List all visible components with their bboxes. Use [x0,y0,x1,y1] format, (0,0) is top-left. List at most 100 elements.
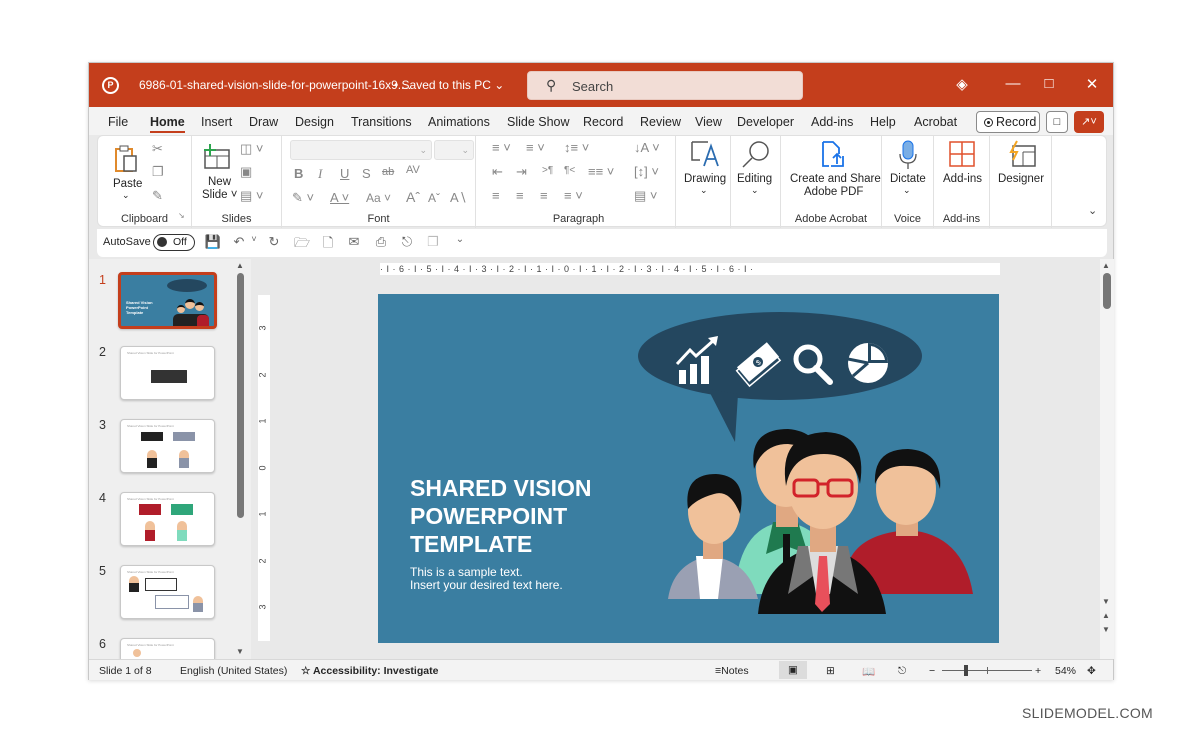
zoom-slider-thumb[interactable] [964,665,968,676]
drawing-button[interactable]: Drawing ⌄ [678,136,731,228]
strikethrough-button[interactable]: ab [382,166,394,178]
slide-title[interactable]: SHARED VISION POWERPOINT TEMPLATE [410,474,670,558]
duplicate-icon[interactable]: ❐ [424,234,442,250]
italic-button[interactable]: I [318,166,322,182]
tab-insert[interactable]: Insert [201,115,232,129]
accessibility-status[interactable]: ☆ Accessibility: Investigate [301,665,438,677]
new-slide-button[interactable]: New Slide ˅ [198,142,238,204]
cut-icon[interactable]: ✂ [152,141,163,157]
comments-button[interactable]: □ [1046,111,1068,133]
zoom-out-button[interactable]: − [929,665,935,677]
justify-icon[interactable]: ≡ ˅ [564,188,583,203]
tab-developer[interactable]: Developer [737,115,794,129]
tab-home[interactable]: Home [150,115,185,133]
dictate-button[interactable]: Dictate ⌄ [882,136,934,202]
notes-button[interactable]: ≡Notes [715,665,749,677]
slide-thumbnail-4[interactable]: Shared Vision Slide for PowerPoint [120,492,215,546]
minimize-button[interactable]: — [1002,75,1024,92]
font-name-dropdown[interactable]: ⌄ [290,140,432,160]
font-size-dropdown[interactable]: ⌄ [434,140,474,160]
tab-acrobat[interactable]: Acrobat [914,115,957,129]
bullets-icon[interactable]: ≡ ˅ [492,140,511,155]
align-text-icon[interactable]: [↕] ˅ [634,164,659,179]
undo-dropdown-icon[interactable]: ˅ [245,234,263,244]
tab-help[interactable]: Help [870,115,896,129]
ribbon-collapse-icon[interactable]: ⌄ [1088,204,1097,217]
rtl-icon[interactable]: ¶< [564,165,575,176]
slide-subtitle[interactable]: This is a sample text. Insert your desir… [410,566,563,592]
customize-qat-icon[interactable]: ⌄ [451,234,469,245]
redo-icon[interactable]: ↻ [265,234,283,250]
premium-diamond-icon[interactable]: ◈ [951,75,973,93]
increase-indent-icon[interactable]: ⇥ [516,164,527,180]
scrollbar-thumb[interactable] [237,273,244,518]
bold-button[interactable]: B [294,166,303,181]
scroll-down-icon[interactable]: ▼ [236,647,244,656]
tab-view[interactable]: View [695,115,722,129]
record-button[interactable]: Record [976,111,1040,133]
decrease-indent-icon[interactable]: ⇤ [492,164,503,180]
tab-review[interactable]: Review [640,115,681,129]
line-spacing-icon[interactable]: ↕≡ ˅ [564,140,589,155]
tab-animations[interactable]: Animations [428,115,490,129]
clear-formatting-icon[interactable]: A∖ [450,190,467,206]
tab-transitions[interactable]: Transitions [351,115,412,129]
designer-button[interactable]: Designer [990,136,1052,228]
slide-thumbnail-3[interactable]: Shared Vision Slide for PowerPoint [120,419,215,473]
reading-view-button[interactable]: 📖 [862,665,875,678]
section-icon[interactable]: ▤ ˅ [240,188,264,204]
shrink-font-button[interactable]: Aˇ [428,191,440,205]
create-share-pdf-button[interactable]: Create and Share Adobe PDF [781,136,882,202]
previous-slide-icon[interactable]: ▲ [1102,611,1110,620]
tab-record[interactable]: Record [583,115,623,129]
open-folder-icon[interactable]: 🗁 [293,234,311,256]
shadow-button[interactable]: S [362,166,371,181]
scrollbar-thumb[interactable] [1103,273,1111,309]
slide-thumbnail-2[interactable]: Shared Vision Slide for PowerPoint [120,346,215,400]
language[interactable]: English (United States) [180,665,287,677]
document-title[interactable]: 6986-01-shared-vision-slide-for-powerpoi… [139,78,411,92]
tab-file[interactable]: File [108,115,128,129]
slideshow-button[interactable]: ⎋ [898,665,906,678]
dialog-launcher-icon[interactable]: ↘ [178,211,185,220]
ltr-icon[interactable]: >¶ [542,165,553,176]
tab-slide-show[interactable]: Slide Show [507,115,570,129]
email-icon[interactable]: ✉ [345,234,363,250]
print-preview-icon[interactable]: ⎙ [372,234,390,250]
editing-button[interactable]: Editing ⌄ [731,136,781,228]
underline-button[interactable]: U [340,166,349,181]
zoom-in-button[interactable]: + [1035,665,1041,677]
smartart-icon[interactable]: ▤ ˅ [634,188,658,204]
autosave-toggle[interactable]: Off [153,234,195,251]
format-painter-icon[interactable]: ✎ [152,188,163,204]
tab-design[interactable]: Design [295,115,334,129]
columns-icon[interactable]: ≡≡ ˅ [588,164,614,179]
thumbnails-scrollbar[interactable]: ▲ ▼ [234,259,248,659]
copy-icon[interactable]: ❐ [152,164,164,180]
next-slide-icon[interactable]: ▼ [1102,625,1110,634]
font-color-icon[interactable]: A ˅ [330,190,349,205]
layout-icon[interactable]: ◫ ˅ [240,141,264,157]
tab-add-ins[interactable]: Add-ins [811,115,853,129]
save-icon[interactable]: 💾 [204,234,222,250]
tab-draw[interactable]: Draw [249,115,278,129]
reset-icon[interactable]: ▣ [240,164,252,180]
slide-canvas[interactable]: $ SHARED VISION POWERPOINT TEMPLATE This… [378,294,999,643]
align-center-icon[interactable]: ≡ [516,188,524,203]
character-spacing-button[interactable]: AV [406,164,420,176]
paste-button[interactable]: Paste ⌄ [108,142,144,202]
save-status[interactable]: • Saved to this PC ⌄ [394,78,504,92]
change-case-button[interactable]: Aa ˅ [366,191,391,205]
slide-thumbnail-5[interactable]: Shared Vision Slide for PowerPoint [120,565,215,619]
add-ins-button[interactable]: Add-ins [934,136,990,202]
close-button[interactable]: ✕ [1081,75,1103,93]
fit-to-window-icon[interactable]: ✥ [1087,665,1096,677]
align-right-icon[interactable]: ≡ [540,188,548,203]
slide-sorter-button[interactable]: ⊞ [826,665,835,677]
slide-thumbnail-1[interactable]: Shared Vision PowerPoint Template [118,272,217,329]
numbering-icon[interactable]: ≡ ˅ [526,140,545,155]
present-icon[interactable]: ⎋ [398,234,416,250]
align-left-icon[interactable]: ≡ [492,188,500,203]
text-direction-icon[interactable]: ↓A ˅ [634,140,660,155]
scroll-up-icon[interactable]: ▲ [236,261,244,270]
